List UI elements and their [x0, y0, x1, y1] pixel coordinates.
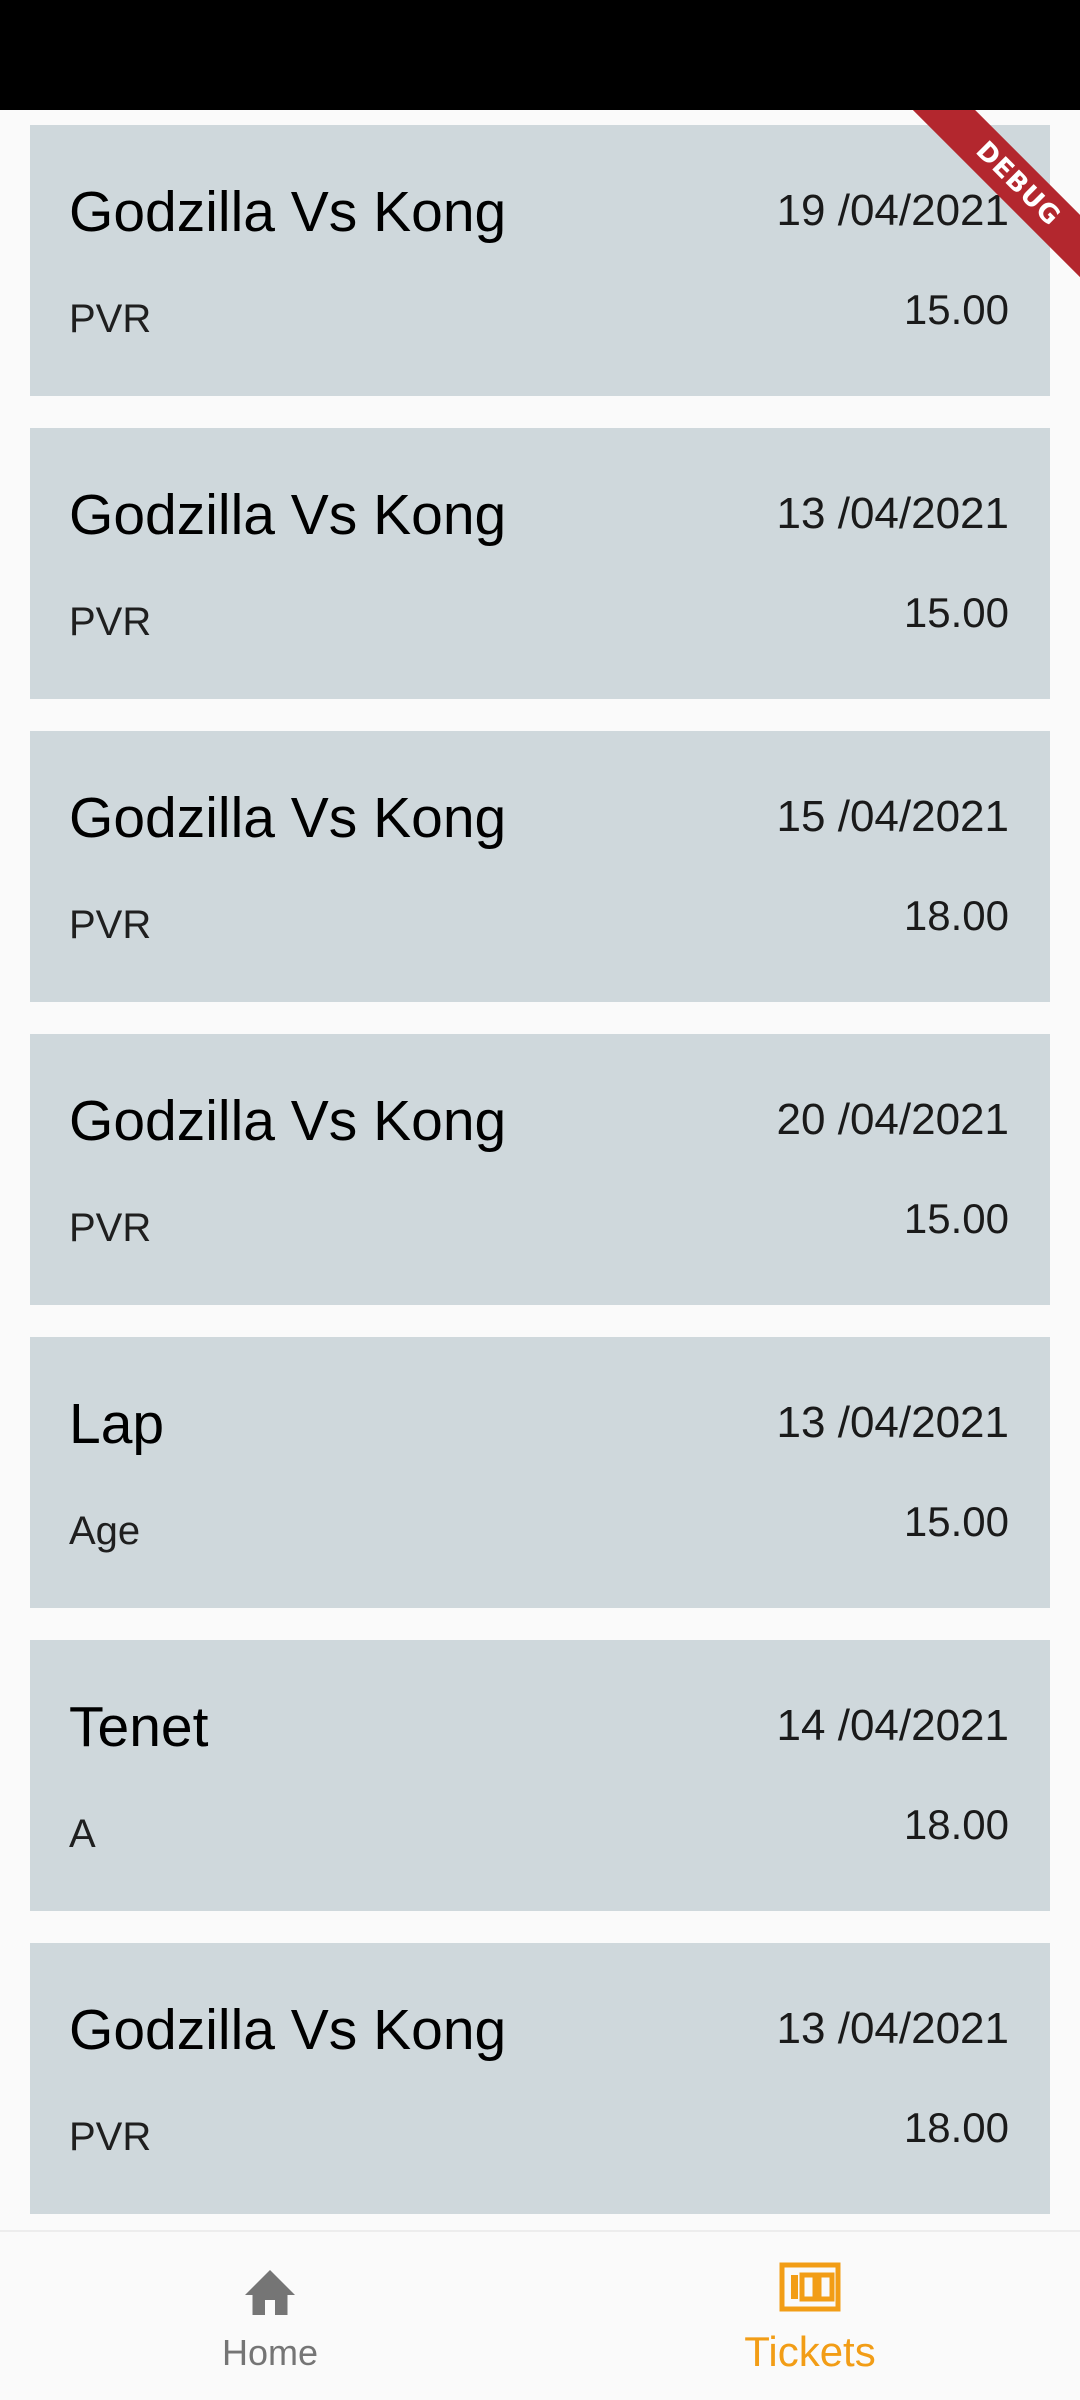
nav-item-tickets[interactable]: Tickets: [540, 2232, 1080, 2400]
status-bar: [0, 0, 1080, 110]
ticket-title: Godzilla Vs Kong: [69, 786, 507, 850]
ticket-title: Tenet: [69, 1695, 209, 1759]
ticket-venue: PVR: [69, 297, 152, 341]
ticket-venue: PVR: [69, 2115, 152, 2159]
nav-label-tickets: Tickets: [744, 2328, 876, 2375]
ticket-venue: A: [69, 1812, 96, 1856]
ticket-title: Godzilla Vs Kong: [69, 180, 507, 244]
ticket-card[interactable]: Tenet 14 /04/2021 A 18.00: [30, 1640, 1050, 1911]
bottom-navigation-bar: Home Tickets: [0, 2230, 1080, 2400]
ticket-venue: PVR: [69, 903, 152, 947]
ticket-date: 19 /04/2021: [776, 186, 1009, 235]
ticket-date: 14 /04/2021: [776, 1701, 1009, 1750]
nav-item-home[interactable]: Home: [0, 2232, 540, 2400]
ticket-price: 15.00: [903, 589, 1009, 636]
ticket-card[interactable]: Lap 13 /04/2021 Age 15.00: [30, 1337, 1050, 1608]
nav-label-home: Home: [221, 2332, 319, 2373]
ticket-date: 13 /04/2021: [776, 1398, 1009, 1447]
ticket-price: 18.00: [903, 1801, 1009, 1848]
ticket-price: 15.00: [903, 286, 1009, 333]
ticket-price: 18.00: [903, 2104, 1009, 2151]
ticket-date: 13 /04/2021: [776, 2004, 1009, 2053]
tickets-icon: [779, 2262, 841, 2317]
ticket-list[interactable]: Godzilla Vs Kong 19 /04/2021 PVR 15.00 G…: [0, 110, 1080, 2230]
ticket-title: Godzilla Vs Kong: [69, 1089, 507, 1153]
ticket-venue: PVR: [69, 600, 152, 644]
ticket-price: 15.00: [903, 1498, 1009, 1545]
ticket-venue: Age: [69, 1509, 141, 1553]
home-icon: [240, 2262, 300, 2323]
ticket-card[interactable]: Godzilla Vs Kong 20 /04/2021 PVR 15.00: [30, 1034, 1050, 1305]
ticket-date: 15 /04/2021: [776, 792, 1009, 841]
ticket-card[interactable]: Godzilla Vs Kong 13 /04/2021 PVR 15.00: [30, 428, 1050, 699]
ticket-price: 15.00: [903, 1195, 1009, 1242]
ticket-date: 13 /04/2021: [776, 489, 1009, 538]
ticket-card[interactable]: Godzilla Vs Kong 13 /04/2021 PVR 18.00: [30, 1943, 1050, 2214]
ticket-price: 18.00: [903, 892, 1009, 939]
ticket-card[interactable]: Godzilla Vs Kong 19 /04/2021 PVR 15.00: [30, 125, 1050, 396]
ticket-card[interactable]: Godzilla Vs Kong 15 /04/2021 PVR 18.00: [30, 731, 1050, 1002]
ticket-date: 20 /04/2021: [776, 1095, 1009, 1144]
ticket-title: Godzilla Vs Kong: [69, 1998, 507, 2062]
ticket-venue: PVR: [69, 1206, 152, 1250]
ticket-title: Godzilla Vs Kong: [69, 483, 507, 547]
ticket-title: Lap: [69, 1392, 165, 1456]
